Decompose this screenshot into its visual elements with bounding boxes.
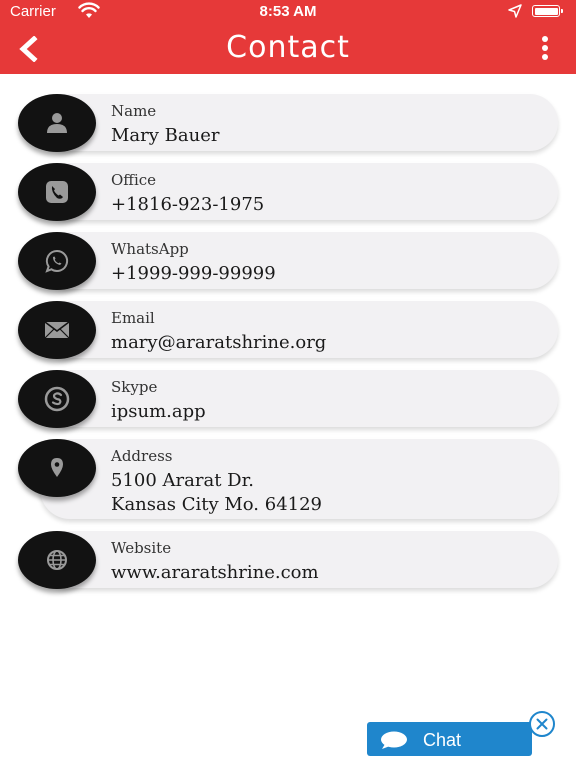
contact-label: Address — [111, 447, 173, 465]
contact-row-whatsapp[interactable]: WhatsApp +1999-999-99999 — [18, 232, 558, 290]
whatsapp-icon — [18, 232, 96, 290]
contact-row-office[interactable]: Office +1816-923-1975 — [18, 163, 558, 221]
contact-value: +1999-999-99999 — [111, 263, 276, 284]
battery-icon — [532, 5, 563, 17]
close-icon — [536, 718, 548, 730]
contact-label: WhatsApp — [111, 240, 189, 258]
location-pin-icon — [18, 439, 96, 497]
address-line-1: 5100 Ararat Dr. — [111, 470, 254, 491]
contact-row-website[interactable]: Website www.araratshrine.com — [18, 531, 558, 589]
location-arrow-icon — [508, 4, 522, 18]
email-icon — [18, 301, 96, 359]
globe-icon — [18, 531, 96, 589]
chat-label: Chat — [423, 730, 462, 750]
contact-label: Skype — [111, 378, 158, 396]
contact-value: Mary Bauer — [111, 125, 220, 146]
contact-value: 5100 Ararat Dr. Kansas City Mo. 64129 — [111, 469, 322, 517]
contact-value: www.araratshrine.com — [111, 562, 319, 583]
page-title: Contact — [226, 30, 350, 65]
chat-button[interactable]: Chat — [367, 722, 532, 756]
person-icon — [18, 94, 96, 152]
contact-row-skype[interactable]: Skype ipsum.app — [18, 370, 558, 428]
status-bar: Carrier 8:53 AM — [0, 0, 576, 24]
nav-bar: Contact — [0, 24, 576, 74]
contact-label: Email — [111, 309, 155, 327]
contact-label: Name — [111, 102, 157, 120]
address-line-2: Kansas City Mo. 64129 — [111, 494, 323, 515]
phone-icon — [18, 163, 96, 221]
chat-bubble-icon — [381, 731, 407, 749]
chat-close-button[interactable] — [529, 711, 555, 737]
status-time: 8:53 AM — [259, 3, 317, 20]
contact-label: Website — [111, 539, 172, 557]
skype-icon — [18, 370, 96, 428]
contact-value: +1816-923-1975 — [111, 194, 265, 215]
more-options-button[interactable] — [536, 34, 554, 64]
contact-value: mary@araratshrine.org — [111, 332, 327, 353]
contact-row-email[interactable]: Email mary@araratshrine.org — [18, 301, 558, 359]
contact-row-name[interactable]: Name Mary Bauer — [18, 94, 558, 152]
contact-value: ipsum.app — [111, 401, 206, 422]
contact-row-address[interactable]: Address 5100 Ararat Dr. Kansas City Mo. … — [18, 439, 558, 519]
contact-label: Office — [111, 171, 157, 189]
